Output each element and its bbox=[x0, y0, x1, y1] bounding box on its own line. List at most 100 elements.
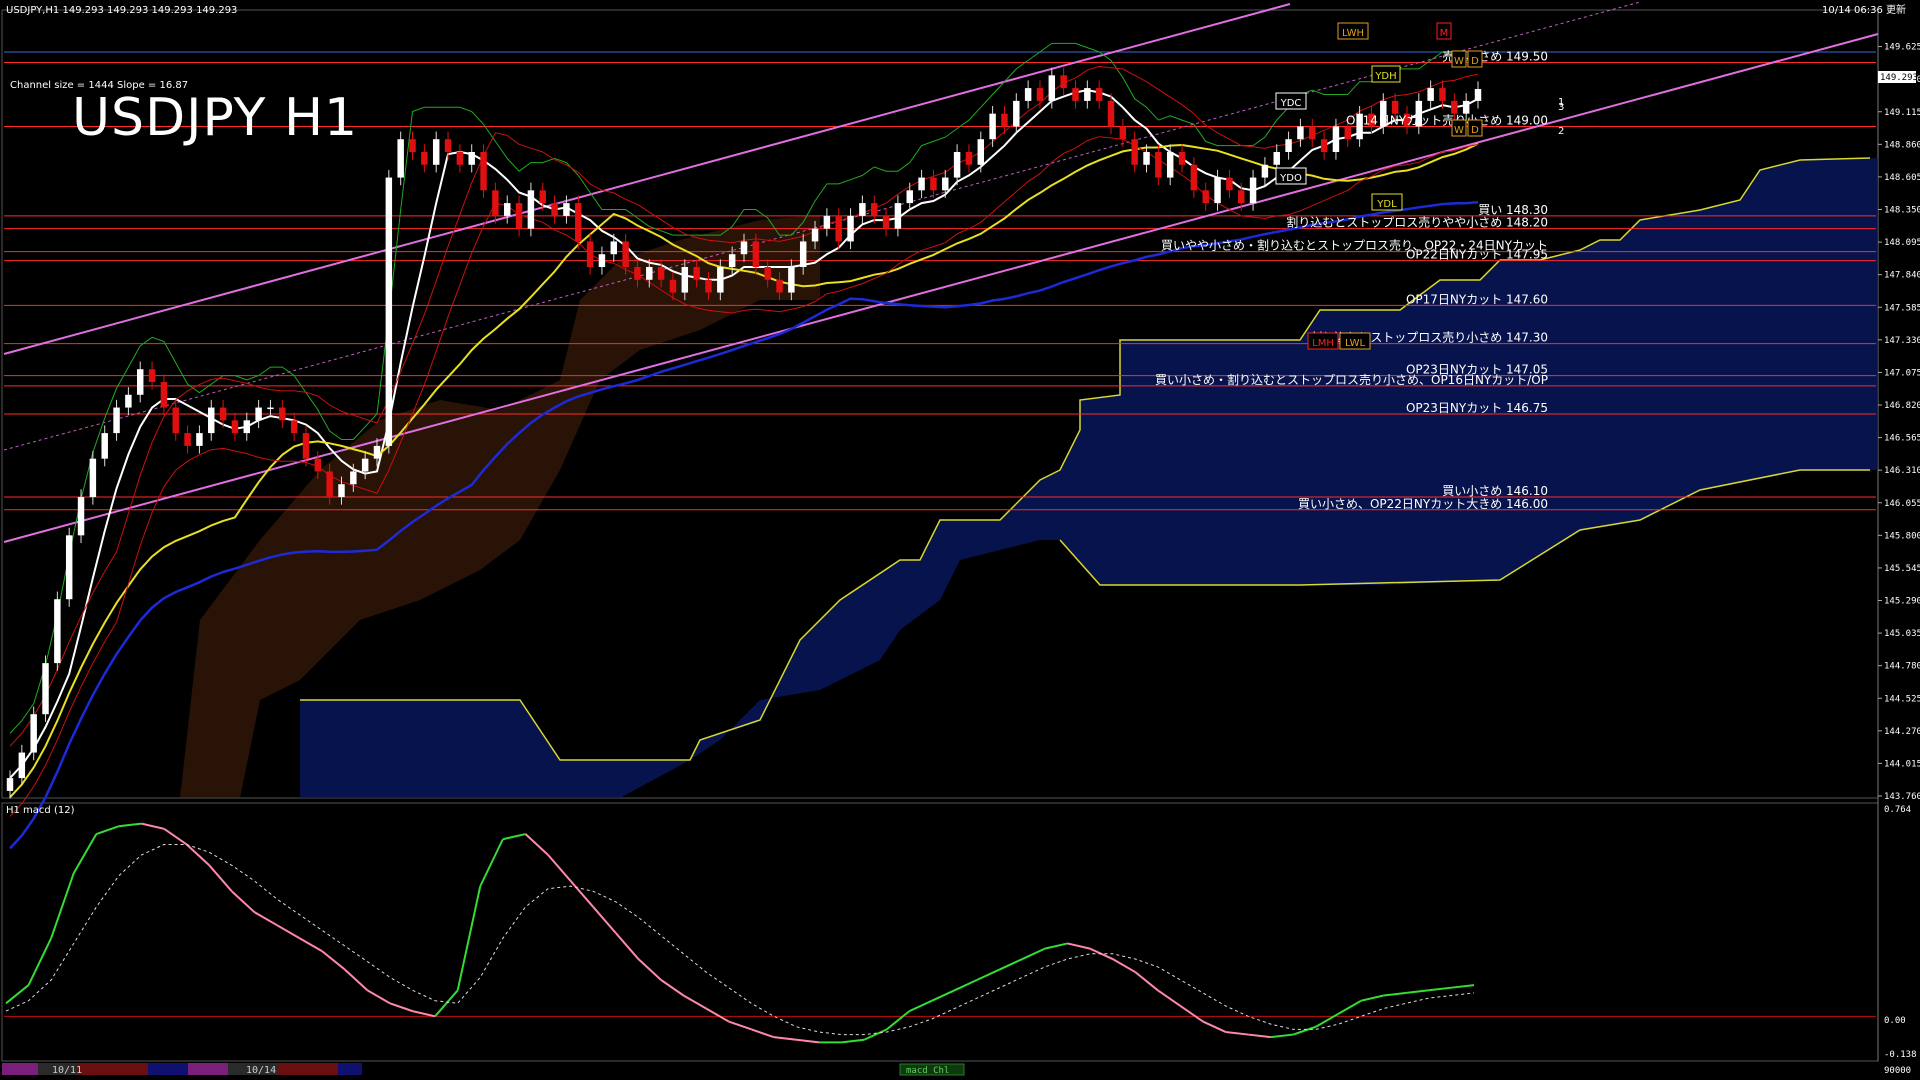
candle-body bbox=[1391, 100, 1399, 114]
candle-body bbox=[1024, 88, 1032, 101]
candle-body bbox=[1178, 152, 1186, 165]
macd-axis-top: 0.764 bbox=[1884, 805, 1911, 815]
candle-body bbox=[6, 778, 14, 791]
candle-body bbox=[1095, 88, 1103, 101]
candle-body bbox=[1474, 89, 1482, 101]
candle-body bbox=[243, 420, 251, 434]
candle-body bbox=[942, 177, 949, 191]
candle-body bbox=[314, 458, 322, 472]
price-tick-label: 146.310 bbox=[1884, 466, 1920, 476]
candle-body bbox=[1237, 190, 1245, 204]
candle-body bbox=[409, 139, 416, 152]
candle-body bbox=[788, 267, 795, 293]
candle-body bbox=[503, 203, 511, 216]
candle-body bbox=[1190, 164, 1198, 191]
chart-title: USDJPY H1 bbox=[72, 88, 358, 148]
price-tick-label: 149.115 bbox=[1884, 108, 1920, 118]
symbol-info: USDJPY,H1 149.293 149.293 149.293 149.29… bbox=[6, 5, 237, 16]
level-label: OP22日NYカット 147.95 bbox=[1406, 248, 1548, 262]
price-tick-label: 148.605 bbox=[1884, 173, 1920, 183]
candle-body bbox=[184, 433, 191, 446]
candle-body bbox=[42, 663, 49, 715]
candle-body bbox=[1309, 126, 1316, 140]
price-tick-label: 144.015 bbox=[1884, 759, 1920, 769]
candle-body bbox=[302, 433, 310, 459]
candle-body bbox=[101, 433, 108, 459]
d-marker-2: D bbox=[1471, 125, 1479, 136]
candle-body bbox=[1427, 88, 1434, 101]
price-tick-label: 144.270 bbox=[1884, 727, 1920, 737]
macd-axis-zero: 0.00 bbox=[1884, 1016, 1906, 1026]
candle-body bbox=[1084, 88, 1091, 101]
candle-body bbox=[65, 535, 73, 600]
candle-body bbox=[1036, 88, 1044, 101]
price-chart[interactable]: 149.625149.370149.115148.860148.605148.3… bbox=[0, 0, 1920, 1080]
candle-body bbox=[989, 113, 996, 140]
price-tick-label: 146.055 bbox=[1884, 499, 1920, 509]
price-tick-label: 148.095 bbox=[1884, 238, 1920, 248]
candle-body bbox=[930, 177, 937, 191]
candle-body bbox=[764, 267, 771, 280]
candle-body bbox=[894, 203, 902, 229]
candle-body bbox=[646, 267, 653, 280]
candle-body bbox=[728, 254, 736, 267]
price-tick-label: 147.585 bbox=[1884, 303, 1920, 313]
candle-body bbox=[634, 267, 641, 280]
candle-body bbox=[373, 445, 381, 459]
candle-body bbox=[681, 267, 689, 293]
candle-body bbox=[196, 433, 203, 446]
candle-body bbox=[598, 254, 606, 267]
candle-body bbox=[776, 279, 783, 293]
price-tick-label: 147.840 bbox=[1884, 271, 1920, 281]
candle-body bbox=[492, 190, 499, 216]
current-price-label: 149.293 bbox=[1880, 73, 1918, 83]
candle-body bbox=[219, 407, 227, 421]
lwh-marker: LWH bbox=[1342, 28, 1364, 39]
candle-body bbox=[432, 139, 440, 165]
candle-body bbox=[669, 279, 677, 293]
candle-body bbox=[740, 241, 748, 255]
number-marker-3: 3 bbox=[1558, 102, 1564, 113]
candle-body bbox=[279, 407, 286, 421]
candle-body bbox=[799, 241, 807, 267]
candle-body bbox=[456, 152, 464, 165]
update-timestamp: 10/14 06:36 更新 bbox=[1822, 3, 1906, 16]
candle-body bbox=[1155, 152, 1162, 178]
candle-body bbox=[338, 484, 345, 497]
date-bar bbox=[2, 1063, 965, 1076]
ydo-marker: YDO bbox=[1279, 173, 1302, 184]
price-tick-label: 148.350 bbox=[1884, 206, 1920, 216]
candle-body bbox=[693, 267, 700, 280]
candle-body bbox=[172, 407, 179, 434]
candle-body bbox=[136, 369, 144, 395]
candle-body bbox=[965, 152, 973, 165]
candle-body bbox=[811, 228, 819, 242]
ydl-marker: YDL bbox=[1376, 199, 1397, 210]
candle-body bbox=[89, 458, 97, 497]
candle-body bbox=[977, 139, 985, 165]
candle-body bbox=[847, 215, 854, 242]
candle-body bbox=[551, 203, 558, 216]
candle-body bbox=[421, 152, 428, 165]
macd-legend-label: macd Chl bbox=[906, 1066, 949, 1076]
candle-body bbox=[125, 394, 132, 408]
candle-body bbox=[148, 369, 156, 382]
date-label-1014: 10/14 bbox=[246, 1065, 276, 1076]
candle-body bbox=[1048, 75, 1056, 101]
candle-body bbox=[563, 203, 570, 216]
candle-body bbox=[906, 190, 913, 204]
price-tick-label: 146.820 bbox=[1884, 401, 1920, 411]
ydc-marker: YDC bbox=[1280, 98, 1302, 109]
candle-body bbox=[1119, 126, 1127, 140]
candle-body bbox=[77, 497, 85, 536]
macd-axis-bottom: -0.138 bbox=[1884, 1050, 1917, 1060]
candle-body bbox=[859, 203, 866, 216]
candle-body bbox=[208, 407, 215, 434]
candle-body bbox=[835, 215, 842, 242]
price-axis-labels: 149.625149.370149.115148.860148.605148.3… bbox=[1878, 43, 1920, 802]
level-label: OP17日NYカット 147.60 bbox=[1406, 292, 1548, 306]
candle-body bbox=[539, 190, 546, 204]
candle-body bbox=[231, 420, 239, 434]
m-marker: M bbox=[1440, 28, 1449, 39]
price-tick-label: 145.545 bbox=[1884, 564, 1920, 574]
